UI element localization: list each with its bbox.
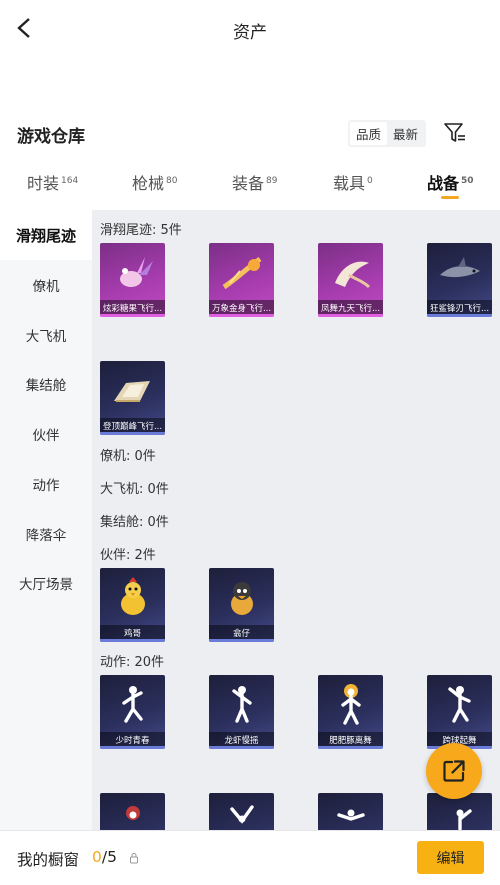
sidebar-item-capsule[interactable]: 集结舱 [0,359,92,409]
sidebar-item-wingman[interactable]: 僚机 [0,260,92,310]
category-tabs: 时装 164 枪械 80 装备 89 载具 0 战备 50 [0,158,500,210]
item-name: 肥肥豚离舞 [318,732,383,747]
item-card[interactable]: 跨球起舞 [427,675,492,749]
dancer-emote-image [427,793,492,830]
section-title-glide: 滑翔尾迹: 5件 [100,223,182,238]
page-title: 资产 [233,23,267,43]
section-title-capsule: 集结舱: 0件 [100,515,169,530]
item-card[interactable]: 肥肥豚离舞 [318,675,383,749]
category-sidebar: 滑翔尾迹 僚机 大飞机 集结舱 伙伴 动作 降落伞 大厅场景 [0,210,92,830]
tab-fashion[interactable]: 时装 164 [27,170,78,194]
item-card[interactable]: 鸡哥 [100,568,165,642]
sort-quality-button[interactable]: 品质 [350,122,387,145]
item-card[interactable] [427,793,492,830]
item-card[interactable] [209,793,274,830]
filter-button[interactable] [441,120,469,146]
dancer-emote-image [318,793,383,830]
item-name: 少时青春 [100,732,165,747]
dancer-emote-image [100,793,165,830]
item-card[interactable]: 翕仔 [209,568,274,642]
inventory-content: 滑翔尾迹: 5件 炫彩糖果飞行... 万象金身飞行... 凤舞九天飞行... 狂… [92,210,500,830]
share-external-icon [443,760,465,782]
item-name: 万象金身飞行... [209,300,274,315]
item-card[interactable]: 少时青春 [100,675,165,749]
sidebar-item-emote[interactable]: 动作 [0,459,92,509]
item-card[interactable] [318,793,383,830]
item-name: 鸡哥 [100,625,165,640]
item-card[interactable]: 登顶巅峰飞行... [100,361,165,435]
item-card[interactable]: 凤舞九天飞行... [318,243,383,317]
tab-vehicles[interactable]: 载具 0 [333,170,373,194]
sort-toggle: 品质 最新 [348,120,426,147]
item-card[interactable]: 龙虾慢摇 [209,675,274,749]
sidebar-item-companion[interactable]: 伙伴 [0,409,92,459]
item-card[interactable]: 炫彩糖果飞行... [100,243,165,317]
item-card[interactable]: 狂鲨锋刃飞行... [427,243,492,317]
item-name: 翕仔 [209,625,274,640]
sidebar-item-lobby-scene[interactable]: 大厅场景 [0,558,92,608]
item-name: 龙虾慢摇 [209,732,274,747]
tab-battle-gear[interactable]: 战备 50 [427,170,474,194]
section-title-plane: 大飞机: 0件 [100,482,169,497]
section-title-companion: 伙伴: 2件 [100,548,156,563]
share-fab-button[interactable] [426,743,482,799]
sidebar-item-big-plane[interactable]: 大飞机 [0,310,92,360]
warehouse-title: 游戏仓库 [17,127,85,147]
section-title-wingman: 僚机: 0件 [100,449,156,464]
sort-latest-button[interactable]: 最新 [387,122,424,145]
item-card[interactable] [100,793,165,830]
item-name: 狂鲨锋刃飞行... [427,300,492,315]
showcase-count: 0/5 [92,848,117,866]
dancer-emote-image [209,793,274,830]
active-tab-indicator [441,196,459,199]
item-card[interactable]: 万象金身飞行... [209,243,274,317]
filter-icon [444,123,465,142]
edit-button[interactable]: 编辑 [417,841,484,874]
tab-equipment[interactable]: 装备 89 [232,170,277,194]
sidebar-item-glide-trail[interactable]: 滑翔尾迹 [0,210,92,260]
top-bar: 资产 [0,0,500,60]
item-name: 凤舞九天飞行... [318,300,383,315]
showcase-label: 我的橱窗 [17,851,80,869]
showcase-bar: 我的橱窗 0/5 编辑 [0,830,500,885]
lock-icon [130,853,138,864]
item-name: 登顶巅峰飞行... [100,418,165,433]
item-name: 炫彩糖果飞行... [100,300,165,315]
section-title-emote: 动作: 20件 [100,655,165,670]
sidebar-item-parachute[interactable]: 降落伞 [0,509,92,559]
tab-guns[interactable]: 枪械 80 [132,170,177,194]
